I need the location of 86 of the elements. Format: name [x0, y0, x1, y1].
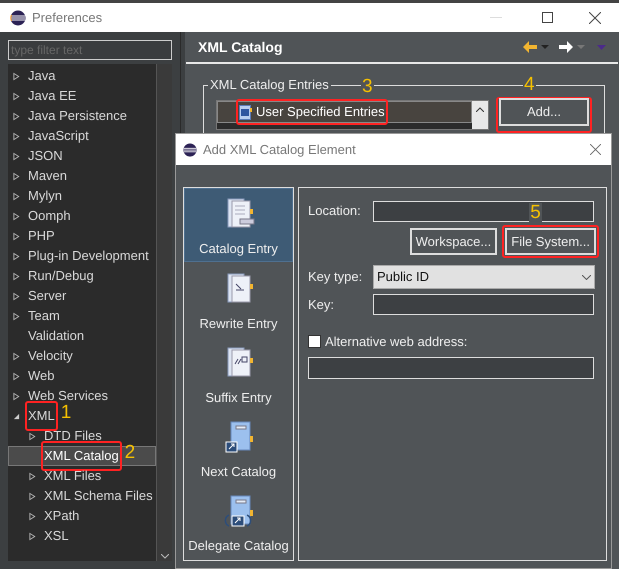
catalog-type-item[interactable]: Delegate Catalog — [184, 484, 293, 558]
back-arrow-icon[interactable] — [523, 41, 537, 53]
close-icon[interactable] — [589, 12, 601, 24]
tree-item[interactable]: Web — [28, 368, 54, 383]
tree-item[interactable]: XML Catalog — [44, 448, 119, 463]
tree-item[interactable]: Team — [28, 308, 60, 323]
annotation-number: 1 — [60, 403, 72, 423]
tree-item[interactable]: Oomph — [28, 208, 71, 223]
chevron-down-icon — [582, 274, 591, 280]
collapsed-arrow-icon[interactable] — [12, 172, 20, 180]
collapsed-arrow-icon[interactable] — [12, 92, 20, 100]
collapsed-arrow-icon[interactable] — [12, 372, 20, 380]
scroll-up-icon[interactable] — [476, 107, 484, 112]
window-title: Preferences — [32, 8, 102, 27]
catalog-type-item[interactable]: Rewrite Entry — [184, 262, 293, 336]
app-logo-icon — [10, 10, 26, 26]
tree-item[interactable]: Maven — [28, 168, 68, 183]
annotation-number: 2 — [124, 443, 136, 463]
key-field[interactable] — [373, 294, 594, 315]
alternative-address-field[interactable] — [308, 356, 594, 378]
maximize-icon[interactable] — [542, 12, 553, 23]
field-label: Key: — [308, 296, 336, 314]
scroll-down-icon[interactable] — [160, 554, 168, 559]
tree-item[interactable]: PHP — [28, 228, 55, 243]
tree-item[interactable]: Run/Debug — [28, 268, 94, 283]
tree-item[interactable]: Java — [28, 68, 56, 83]
collapsed-arrow-icon[interactable] — [28, 532, 36, 540]
tree-item[interactable]: XPath — [44, 508, 80, 523]
catalog-type-item[interactable]: Catalog Entry — [184, 188, 293, 262]
scrollbar[interactable] — [156, 64, 172, 561]
collapsed-arrow-icon[interactable] — [12, 392, 20, 400]
collapsed-arrow-icon[interactable] — [28, 472, 36, 480]
tree-item[interactable]: Validation — [28, 328, 84, 343]
collapsed-arrow-icon[interactable] — [12, 152, 20, 160]
workspace-button[interactable]: Workspace... — [410, 228, 498, 255]
app-logo-icon — [183, 142, 197, 156]
tree-item[interactable]: XML Schema Files — [44, 488, 153, 503]
checkbox-label: Alternative web address: — [325, 333, 468, 351]
collapsed-arrow-icon[interactable] — [12, 252, 20, 260]
collapsed-arrow-icon[interactable] — [28, 512, 36, 520]
tree-item[interactable]: XML — [28, 408, 55, 423]
tree-item[interactable]: DTD Files — [44, 428, 102, 443]
xml-file-icon — [239, 104, 252, 120]
collapsed-arrow-icon[interactable] — [12, 212, 20, 220]
group-title: XML Catalog Entries — [208, 77, 331, 93]
collapsed-arrow-icon[interactable] — [12, 232, 20, 240]
dialog-title: Add XML Catalog Element — [203, 140, 356, 159]
catalog-type-item[interactable]: Next Catalog — [184, 410, 293, 484]
tree-item[interactable]: JavaScript — [28, 128, 89, 143]
collapsed-arrow-icon[interactable] — [12, 272, 20, 280]
collapsed-arrow-icon[interactable] — [12, 132, 20, 140]
collapsed-arrow-icon[interactable] — [28, 432, 36, 440]
tree-item[interactable]: Web Services — [28, 388, 108, 403]
field-label: Key type: — [308, 268, 364, 286]
tree-item[interactable]: Mylyn — [28, 188, 62, 203]
annotation-number: 5 — [529, 203, 542, 223]
tree-item[interactable]: Server — [28, 288, 66, 303]
add-button[interactable]: Add... — [499, 98, 589, 126]
tree-item[interactable]: Java EE — [28, 88, 76, 103]
scrollbar[interactable] — [472, 101, 488, 129]
collapsed-arrow-icon[interactable] — [12, 352, 20, 360]
location-field[interactable] — [373, 200, 594, 222]
collapsed-arrow-icon[interactable] — [12, 192, 20, 200]
key-type-dropdown[interactable]: Public ID — [373, 265, 595, 289]
forward-arrow-icon[interactable] — [559, 41, 573, 53]
tree-item[interactable]: JSON — [28, 148, 63, 163]
annotation-box — [25, 401, 58, 431]
file-system-button[interactable]: File System... — [505, 228, 596, 255]
selection-highlight[interactable] — [8, 446, 156, 466]
collapsed-arrow-icon[interactable] — [12, 292, 20, 300]
collapsed-arrow-icon[interactable] — [12, 312, 20, 320]
collapsed-arrow-icon[interactable] — [12, 72, 20, 80]
collapsed-arrow-icon[interactable] — [12, 112, 20, 120]
expanded-arrow-icon[interactable] — [12, 412, 20, 420]
page-title: XML Catalog — [198, 38, 283, 57]
tree-item[interactable]: XML Files — [44, 468, 102, 483]
catalog-type-item[interactable]: Suffix Entry — [184, 336, 293, 410]
tree-item[interactable]: XSL — [44, 528, 69, 543]
checkbox[interactable] — [308, 335, 321, 348]
tree-item[interactable]: Velocity — [28, 348, 73, 363]
collapsed-arrow-icon[interactable] — [28, 492, 36, 500]
tree-item[interactable]: Plug-in Development — [28, 248, 149, 263]
selection-highlight[interactable] — [217, 101, 472, 123]
field-label: Location: — [308, 202, 362, 220]
close-icon[interactable] — [590, 144, 601, 155]
tree-item[interactable]: Java Persistence — [28, 108, 127, 123]
